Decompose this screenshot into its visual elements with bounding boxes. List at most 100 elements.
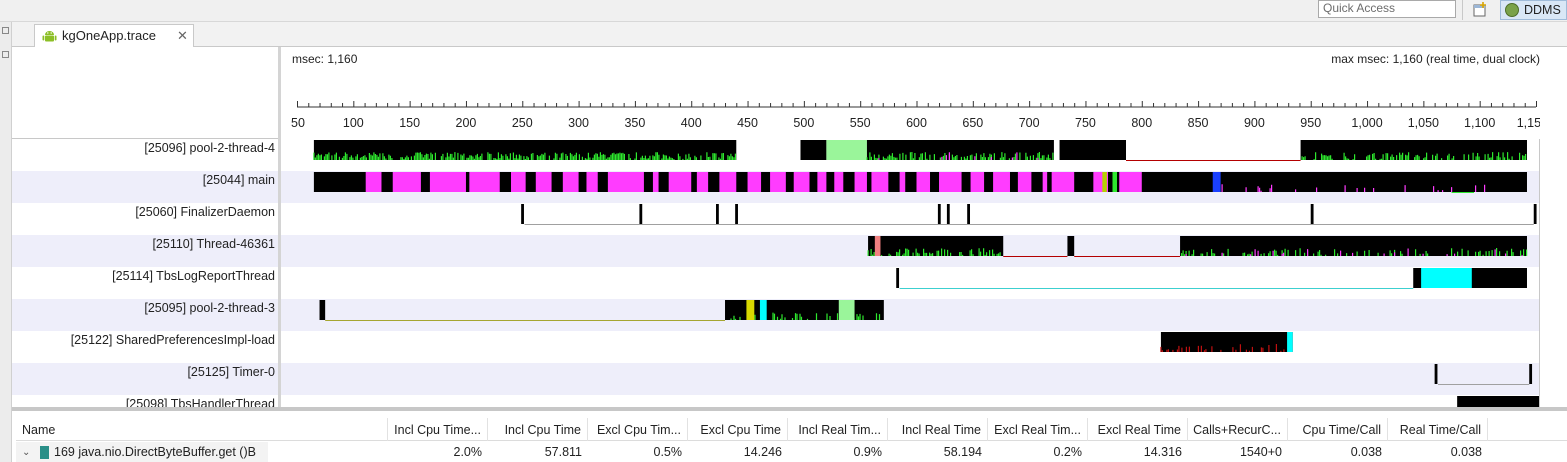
- table-row[interactable]: ⌄ 169 java.nio.DirectByteBuffer.get ()B …: [16, 442, 1567, 462]
- method-block: [800, 140, 827, 160]
- method-block-magenta: [586, 172, 598, 192]
- method-call-marker: [1434, 364, 1438, 384]
- restore-icon[interactable]: [2, 27, 9, 34]
- method-block-magenta: [747, 172, 762, 192]
- cell-incl-real: 58.194: [943, 445, 982, 459]
- column-header-incl-cpu[interactable]: Incl Cpu Time: [488, 418, 588, 441]
- cell-real-per-call: 0.038: [1450, 445, 1482, 459]
- method-block-magenta: [696, 172, 709, 192]
- top-toolbar: Quick Access DDMS: [0, 0, 1567, 22]
- method-block-magenta: [970, 172, 985, 192]
- method-block-magenta: [429, 172, 466, 192]
- column-header-name[interactable]: Name: [16, 418, 388, 441]
- column-header-real-per-call[interactable]: Real Time/Call: [1388, 418, 1488, 441]
- column-header-excl-real-pct[interactable]: Excl Real Tim...: [988, 418, 1088, 441]
- scale-tick-label: 200: [456, 116, 477, 130]
- method-block-light-green: [838, 300, 855, 320]
- method-block-magenta: [392, 172, 421, 192]
- method-block-magenta: [1051, 172, 1075, 192]
- method-block-magenta: [916, 172, 931, 192]
- method-block-yellow: [1102, 172, 1107, 192]
- editor-tab-trace[interactable]: kgOneApp.trace ✕: [34, 24, 194, 48]
- column-header-excl-cpu-pct[interactable]: Excl Cpu Tim...: [588, 418, 688, 441]
- close-icon[interactable]: ✕: [177, 25, 188, 47]
- method-call-marker: [1533, 204, 1537, 224]
- method-block: [868, 236, 1004, 256]
- cell-calls: 1540+0: [1239, 445, 1282, 459]
- cell-excl-cpu-pct: 0.5%: [653, 445, 683, 459]
- method-block: [1067, 236, 1075, 256]
- method-block: [319, 300, 326, 320]
- column-header-incl-real-pct[interactable]: Incl Real Tim...: [788, 418, 888, 441]
- method-block-magenta: [365, 172, 382, 192]
- column-header-incl-real[interactable]: Incl Real Time: [888, 418, 988, 441]
- method-block-magenta: [817, 172, 827, 192]
- method-block-magenta: [719, 172, 737, 192]
- method-block-green: [1112, 172, 1117, 192]
- method-call-marker: [716, 204, 719, 224]
- minimize-icon[interactable]: [2, 51, 9, 58]
- method-block: [1180, 236, 1527, 256]
- column-header-cpu-per-call[interactable]: Cpu Time/Call: [1288, 418, 1388, 441]
- scale-tick-label: 350: [624, 116, 645, 130]
- scale-tick-label: 1,000: [1351, 116, 1382, 130]
- scale-tick-label: 950: [1300, 116, 1321, 130]
- open-perspective-icon[interactable]: [1470, 1, 1492, 19]
- ddms-icon: [1505, 3, 1519, 17]
- method-name: 169 java.nio.DirectByteBuffer.get ()B: [54, 445, 256, 459]
- column-header-calls[interactable]: Calls+RecurC...: [1188, 418, 1288, 441]
- method-block-magenta: [1017, 172, 1032, 192]
- cell-incl-cpu-pct: 2.0%: [453, 445, 483, 459]
- cursor-msec-label: msec: 1,160: [292, 52, 358, 66]
- scale-tick-label: 600: [906, 116, 927, 130]
- method-call-marker: [937, 204, 941, 224]
- scale-tick-label: 650: [962, 116, 983, 130]
- scale-tick-label: 700: [1019, 116, 1040, 130]
- method-block-magenta: [993, 172, 1010, 192]
- method-block-magenta: [793, 172, 810, 192]
- trace-timeline-panel[interactable]: msec: 1,160 max msec: 1,160 (real time, …: [12, 47, 1567, 410]
- column-header-excl-real[interactable]: Excl Real Time: [1088, 418, 1188, 441]
- editor-tab-row: kgOneApp.trace ✕: [12, 22, 1567, 48]
- method-block-magenta: [562, 172, 579, 192]
- method-block-magenta: [668, 172, 692, 192]
- scale-tick-label: 250: [512, 116, 533, 130]
- quick-access-input[interactable]: Quick Access: [1318, 0, 1456, 18]
- method-block-magenta: [899, 172, 906, 192]
- method-block-light-green: [826, 140, 867, 160]
- left-trim-strip: [0, 22, 12, 462]
- scale-tick-label: 100: [343, 116, 364, 130]
- scale-tick-label: 400: [681, 116, 702, 130]
- method-block-magenta: [535, 172, 552, 192]
- column-header-incl-cpu-pct[interactable]: Incl Cpu Time...: [388, 418, 488, 441]
- method-block-magenta: [939, 172, 962, 192]
- timeline-right-margin: [1540, 47, 1567, 410]
- header-divider: [12, 138, 278, 139]
- method-block-magenta: [770, 172, 786, 192]
- method-block-magenta: [607, 172, 644, 192]
- method-block-cyan: [759, 300, 767, 320]
- method-block: [1160, 332, 1293, 352]
- method-call-marker: [946, 204, 950, 224]
- scale-tick-label: 750: [1075, 116, 1096, 130]
- method-block-magenta: [854, 172, 867, 192]
- expand-chevron-icon[interactable]: ⌄: [22, 442, 30, 462]
- method-block-magenta: [1119, 172, 1142, 192]
- method-color-swatch: [40, 446, 49, 459]
- column-header-excl-cpu[interactable]: Excl Cpu Time: [688, 418, 788, 441]
- time-scale[interactable]: 50 100 150 200 250 300 350 400 450 500 550 600 650 70…: [281, 97, 1567, 139]
- editor-tab-title: kgOneApp.trace: [62, 28, 156, 43]
- method-call-marker: [967, 204, 971, 224]
- ddms-perspective-button[interactable]: DDMS: [1500, 0, 1567, 20]
- method-block-magenta: [871, 172, 889, 192]
- scale-tick-label: 50: [291, 116, 305, 130]
- scale-tick-label: 900: [1244, 116, 1265, 130]
- android-icon: [42, 31, 57, 42]
- profile-table-panel: Name Incl Cpu Time... Incl Cpu Time Excl…: [12, 407, 1567, 462]
- method-call-marker: [639, 204, 643, 224]
- scale-tick-label: 1,100: [1464, 116, 1495, 130]
- timeline-splitter[interactable]: [278, 47, 281, 410]
- method-block-magenta: [511, 172, 526, 192]
- cell-cpu-per-call: 0.038: [1350, 445, 1382, 459]
- method-call-marker: [521, 204, 524, 224]
